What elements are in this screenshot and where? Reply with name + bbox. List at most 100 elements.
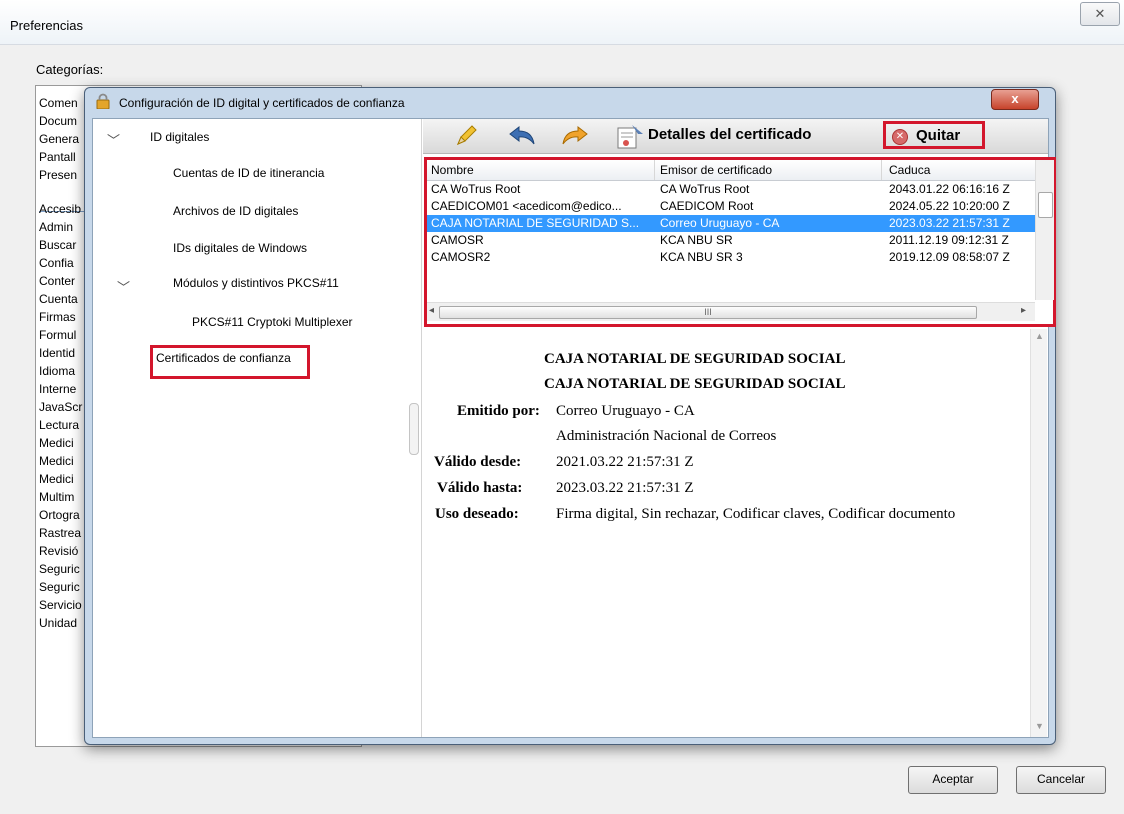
column-header-issuer[interactable]: Emisor de certificado <box>660 163 772 177</box>
category-item[interactable]: Identid <box>39 346 75 360</box>
row-name: CAMOSR2 <box>431 250 491 264</box>
row-expires: 2011.12.19 09:12:31 Z <box>889 233 1009 247</box>
scroll-left-arrow-icon[interactable]: ◂ <box>429 305 434 316</box>
category-item[interactable]: Interne <box>39 382 76 396</box>
certificate-toolbar: Detalles del certificado ✕ Quitar <box>423 119 1048 154</box>
category-item[interactable]: Accesib <box>39 202 81 216</box>
row-expires: 2043.01.22 06:16:16 Z <box>889 182 1010 196</box>
row-issuer: CA WoTrus Root <box>660 182 750 196</box>
category-item[interactable]: Seguric <box>39 562 80 576</box>
row-name: CAEDICOM01 <acedicom@edico... <box>431 199 622 213</box>
category-item[interactable]: Ortogra <box>39 508 80 522</box>
category-item[interactable]: Rastrea <box>39 526 81 540</box>
tree-item-cuentas-itinerancia[interactable]: Cuentas de ID de itinerancia <box>173 166 324 180</box>
category-item[interactable]: JavaScr <box>39 400 82 414</box>
vertical-scroll-thumb[interactable] <box>1038 192 1053 218</box>
category-item[interactable]: Firmas <box>39 310 76 324</box>
table-horizontal-scrollbar[interactable]: ◂ III ▸ <box>427 302 1035 321</box>
category-item[interactable]: Admin <box>39 220 73 234</box>
tree-item-ids-windows[interactable]: IDs digitales de Windows <box>173 241 307 255</box>
column-header-expires[interactable]: Caduca <box>889 163 930 177</box>
tree-item-modulos-pkcs[interactable]: Módulos y distintivos PKCS#11 <box>173 276 339 290</box>
valid-from-value: 2021.03.22 21:57:31 Z <box>556 454 694 470</box>
category-item[interactable]: Multim <box>39 490 74 504</box>
row-name: CA WoTrus Root <box>431 182 521 196</box>
scroll-right-arrow-icon[interactable]: ▸ <box>1021 305 1026 316</box>
category-item[interactable]: Comen <box>39 96 78 110</box>
scroll-up-arrow-icon[interactable]: ▲ <box>1035 331 1044 341</box>
issued-by-value-2: Administración Nacional de Correos <box>556 428 777 444</box>
lock-icon <box>96 93 110 109</box>
ok-button[interactable]: Aceptar <box>908 766 998 794</box>
row-issuer: KCA NBU SR 3 <box>660 250 743 264</box>
category-item[interactable]: Idioma <box>39 364 75 378</box>
category-item[interactable]: Seguric <box>39 580 80 594</box>
certificate-details-icon[interactable] <box>615 122 645 150</box>
category-item[interactable]: Pantall <box>39 150 76 164</box>
dialog-close-button[interactable]: x <box>991 89 1039 110</box>
remove-button[interactable]: ✕ Quitar <box>883 121 985 149</box>
certificates-table: Nombre Emisor de certificado Caduca CA W… <box>424 157 1056 327</box>
category-item[interactable]: Medici <box>39 472 74 486</box>
chevron-down-icon[interactable]: ﹀ <box>117 277 130 296</box>
category-item[interactable]: Medici <box>39 436 74 450</box>
tree-item-certificados-confianza[interactable]: Certificados de confianza <box>156 351 291 365</box>
pane-divider <box>421 119 422 737</box>
row-name: CAJA NOTARIAL DE SEGURIDAD S... <box>431 216 640 230</box>
undo-arrow-icon[interactable] <box>508 124 536 148</box>
table-row-selected[interactable]: CAJA NOTARIAL DE SEGURIDAD S... Correo U… <box>427 215 1037 232</box>
tree-item-certificados-highlight[interactable]: Certificados de confianza <box>150 345 310 379</box>
category-item[interactable]: Confia <box>39 256 74 270</box>
table-row[interactable]: CAEDICOM01 <acedicom@edico... CAEDICOM R… <box>427 198 1037 215</box>
preferences-title: Preferencias <box>10 18 83 33</box>
category-item[interactable]: Servicio <box>39 598 82 612</box>
chevron-down-icon[interactable]: ﹀ <box>107 130 120 149</box>
certificate-details-button[interactable]: Detalles del certificado <box>648 126 811 143</box>
category-item[interactable]: Lectura <box>39 418 79 432</box>
usage-value: Firma digital, Sin rechazar, Codificar c… <box>556 506 956 522</box>
category-item[interactable]: Docum <box>39 114 77 128</box>
dialog-title: Configuración de ID digital y certificad… <box>119 96 405 110</box>
pencil-icon[interactable] <box>453 123 479 149</box>
details-title-2: CAJA NOTARIAL DE SEGURIDAD SOCIAL <box>544 376 846 392</box>
row-name: CAMOSR <box>431 233 484 247</box>
issued-by-value-1: Correo Uruguayo - CA <box>556 403 695 419</box>
remove-label: Quitar <box>916 127 961 144</box>
category-item[interactable]: Buscar <box>39 238 76 252</box>
table-row[interactable]: CAMOSR KCA NBU SR 2011.12.19 09:12:31 Z <box>427 232 1037 249</box>
row-expires: 2019.12.09 08:58:07 Z <box>889 250 1010 264</box>
splitter-handle[interactable] <box>409 403 419 455</box>
category-item[interactable]: Unidad <box>39 616 77 630</box>
tree-item-id-digitales[interactable]: ID digitales <box>150 130 209 144</box>
category-item[interactable]: Formul <box>39 328 76 342</box>
details-vertical-scrollbar[interactable]: ▲ ▼ <box>1030 329 1047 737</box>
column-header-name[interactable]: Nombre <box>431 163 474 177</box>
category-item[interactable]: Cuenta <box>39 292 78 306</box>
table-row[interactable]: CAMOSR2 KCA NBU SR 3 2019.12.09 08:58:07… <box>427 249 1037 266</box>
dialog-client-area: ﹀ ID digitales Cuentas de ID de itineran… <box>92 118 1056 738</box>
usage-label: Uso deseado: <box>435 506 519 522</box>
export-arrow-icon[interactable] <box>561 124 589 148</box>
row-issuer: Correo Uruguayo - CA <box>660 216 780 230</box>
category-item[interactable]: Medici <box>39 454 74 468</box>
category-item[interactable]: Genera <box>39 132 79 146</box>
cancel-button[interactable]: Cancelar <box>1016 766 1106 794</box>
tree-item-archivos-id[interactable]: Archivos de ID digitales <box>173 204 298 218</box>
preferences-close-icon[interactable]: ✕ <box>1080 2 1120 26</box>
table-row[interactable]: CA WoTrus Root CA WoTrus Root 2043.01.22… <box>427 181 1037 198</box>
category-item[interactable]: Presen <box>39 168 77 182</box>
row-issuer: KCA NBU SR <box>660 233 733 247</box>
table-vertical-scrollbar[interactable] <box>1035 160 1054 300</box>
tree-item-pkcs-cryptoki[interactable]: PKCS#11 Cryptoki Multiplexer <box>192 315 353 329</box>
category-item[interactable]: Revisió <box>39 544 78 558</box>
issued-by-label: Emitido por: <box>457 403 540 419</box>
row-expires: 2023.03.22 21:57:31 Z <box>889 216 1010 230</box>
valid-to-value: 2023.03.22 21:57:31 Z <box>556 480 694 496</box>
digital-id-dialog: Configuración de ID digital y certificad… <box>84 87 1056 745</box>
row-expires: 2024.05.22 10:20:00 Z <box>889 199 1010 213</box>
category-item[interactable]: Conter <box>39 274 75 288</box>
scroll-down-arrow-icon[interactable]: ▼ <box>1035 721 1044 731</box>
certificate-details-pane: CAJA NOTARIAL DE SEGURIDAD SOCIAL CAJA N… <box>424 329 1048 737</box>
categories-label: Categorías: <box>36 62 104 77</box>
horizontal-scroll-thumb[interactable]: III <box>439 306 977 319</box>
